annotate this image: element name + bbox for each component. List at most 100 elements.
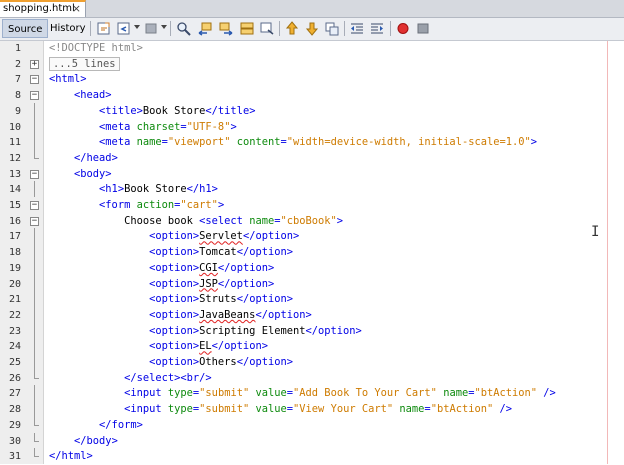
code-line[interactable]: 9 <title>Book Store</title> [0, 102, 624, 120]
code-token: </option> [236, 356, 293, 368]
toggle-highlight-icon[interactable] [259, 21, 275, 36]
fold-guide-line [30, 244, 39, 261]
code-token: type [167, 387, 193, 400]
code-text: ...5 lines [49, 56, 120, 73]
code-token: "submit" [199, 387, 250, 400]
code-line[interactable]: 18 <option>Tomcat</option> [0, 244, 624, 261]
line-number: 13 [8, 168, 21, 180]
code-editor[interactable]: 1 <!DOCTYPE html> 2 + ...5 lines 7− <html> 8− <… [0, 41, 624, 464]
fold-guide-line [30, 291, 39, 308]
find-selection-icon[interactable] [239, 21, 255, 36]
code-token: <meta [99, 120, 137, 133]
code-token: Servlet [199, 230, 243, 243]
code-text: </head> [49, 151, 118, 167]
code-token: Others [199, 356, 237, 368]
code-line[interactable]: 10 <meta charset="UTF-8"> [0, 118, 624, 136]
fold-guide-line [30, 275, 39, 292]
code-line[interactable]: 27 <input type="submit" value="Add Book … [0, 385, 624, 402]
prev-bookmark-icon[interactable] [284, 21, 300, 36]
line-number: 24 [8, 341, 21, 353]
expand-fold-icon[interactable]: + [30, 59, 39, 69]
find-icon[interactable] [176, 21, 192, 36]
collapse-fold-icon[interactable]: − [30, 216, 39, 226]
collapse-fold-icon[interactable]: − [30, 169, 39, 179]
line-number: 1 [14, 43, 21, 54]
tab-source[interactable]: Source [2, 19, 49, 38]
collapse-fold-icon[interactable]: − [30, 201, 39, 210]
code-token: value [255, 387, 287, 400]
collapse-fold-icon[interactable]: − [30, 75, 39, 85]
code-line[interactable]: 22 <option>JavaBeans</option> [0, 306, 624, 324]
shift-right-icon[interactable] [369, 21, 385, 36]
code-token: </title> [205, 104, 256, 117]
code-line[interactable]: 2 + ...5 lines [0, 56, 624, 73]
tab-history[interactable]: History [45, 19, 91, 38]
code-line[interactable]: 14 <h1>Book Store</h1> [0, 181, 624, 198]
code-line[interactable]: 20 <option>JSP</option> [0, 275, 624, 293]
back-dropdown-caret[interactable] [134, 25, 140, 29]
code-line[interactable]: 24 <option>EL</option> [0, 338, 624, 355]
start-macro-icon[interactable] [395, 21, 411, 36]
code-line[interactable]: 1 <!DOCTYPE html> [0, 41, 624, 57]
code-text: <option>Scripting Element</option> [49, 324, 362, 340]
code-text: <input type="submit" value="Add Book To … [49, 386, 556, 402]
find-next-icon[interactable] [218, 21, 234, 36]
code-text: <meta charset="UTF-8"> [49, 120, 237, 136]
find-previous-icon[interactable] [197, 21, 213, 36]
code-line[interactable]: 28 <input type="submit" value="View Your… [0, 401, 624, 418]
toggle-bookmark-icon[interactable] [324, 21, 340, 36]
code-line[interactable]: 12 </head> [0, 149, 624, 167]
last-edit-icon[interactable] [96, 21, 112, 36]
fold-guide-line [30, 306, 39, 323]
code-text: <h1>Book Store</h1> [49, 182, 218, 198]
code-token: </body> [74, 434, 118, 447]
code-line[interactable]: 29 </form> [0, 416, 624, 434]
code-line[interactable]: 30 </body> [0, 432, 624, 450]
code-line[interactable]: 13− <body> [0, 167, 624, 183]
stop-macro-icon[interactable] [415, 21, 431, 36]
file-tab[interactable]: shopping.html × [0, 0, 86, 17]
close-tab-icon[interactable]: × [72, 2, 81, 15]
code-token: <select [199, 214, 250, 227]
line-number: 19 [8, 262, 21, 274]
code-token: Book Store [142, 104, 206, 117]
code-text: <option>Servlet</option> [49, 229, 299, 245]
code-line[interactable]: 26 </select><br/> [0, 369, 624, 387]
collapse-fold-icon[interactable]: − [30, 91, 39, 101]
line-number: 20 [8, 278, 21, 290]
code-line[interactable]: 7− <html> [0, 72, 624, 88]
code-token: "UTF-8" [186, 120, 231, 133]
code-line[interactable]: 15− <form action="cart"> [0, 198, 624, 214]
code-line[interactable]: 16− Choose book <select name="cboBook"> [0, 214, 624, 230]
next-bookmark-icon[interactable] [304, 21, 320, 36]
code-token: <option> [149, 340, 200, 353]
code-token: "Add Book To Your Cart" [293, 387, 437, 400]
code-line[interactable]: 11 <meta name="viewport" content="width=… [0, 134, 624, 151]
code-token: "cart" [180, 199, 218, 211]
forward-icon[interactable] [143, 21, 159, 36]
code-line[interactable]: 23 <option>Scripting Element</option> [0, 322, 624, 340]
code-text: </form> [49, 418, 143, 434]
code-line[interactable]: 19 <option>CGI</option> [0, 259, 624, 277]
back-icon[interactable] [116, 21, 132, 36]
code-token: JSP [199, 277, 218, 290]
code-line[interactable]: 25 <option>Others</option> [0, 354, 624, 371]
forward-dropdown-caret[interactable] [161, 25, 167, 29]
code-line[interactable]: 21 <option>Struts</option> [0, 291, 624, 308]
code-token: <h1> [99, 183, 125, 196]
code-text: <html> [49, 72, 87, 88]
line-number: 22 [8, 309, 21, 321]
code-token: name [249, 214, 275, 227]
code-line[interactable]: 17 <option>Servlet</option> [0, 228, 624, 245]
code-text: </body> [49, 434, 118, 450]
shift-left-icon[interactable] [349, 21, 365, 36]
code-token: /> [493, 403, 513, 416]
code-line[interactable]: 31 </html> [0, 448, 624, 465]
line-number: 25 [8, 357, 21, 368]
code-line[interactable]: 8− <head> [0, 88, 624, 104]
collapsed-fold-placeholder[interactable]: ...5 lines [49, 56, 120, 71]
